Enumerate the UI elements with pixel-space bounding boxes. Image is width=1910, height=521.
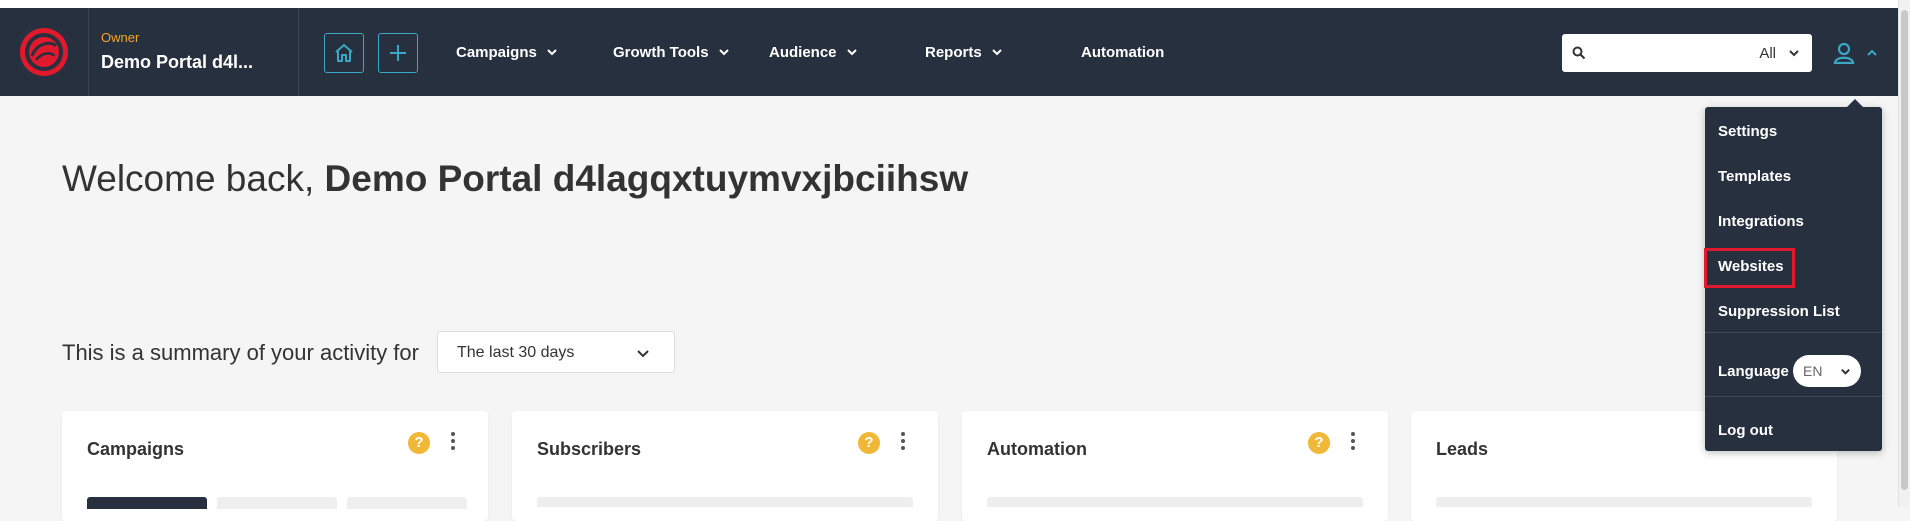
- help-icon[interactable]: ?: [1308, 432, 1330, 454]
- menu-item-suppression-list[interactable]: Suppression List: [1718, 303, 1840, 320]
- card-title: Campaigns: [87, 439, 185, 459]
- chevron-down-icon: [1841, 368, 1850, 375]
- page-scrollbar[interactable]: [1898, 0, 1910, 507]
- welcome-prefix: Welcome back,: [62, 158, 315, 199]
- card-content-placeholder: [987, 497, 1363, 507]
- card-tab[interactable]: [87, 497, 207, 509]
- search-icon: [1572, 46, 1586, 60]
- scrollbar-thumb[interactable]: [1901, 10, 1908, 490]
- date-range-value: The last 30 days: [457, 344, 575, 361]
- kebab-icon[interactable]: [1350, 432, 1356, 452]
- menu-item-integrations[interactable]: Integrations: [1718, 213, 1804, 230]
- card-content-placeholder: [1436, 497, 1812, 507]
- language-label: Language: [1718, 363, 1789, 380]
- nav-reports-label: Reports: [925, 43, 982, 61]
- nav-automation[interactable]: Automation: [1081, 8, 1164, 96]
- top-navigation-bar: Owner Demo Portal d4l... Campaigns Growt…: [0, 8, 1898, 96]
- chevron-down-icon: [718, 49, 729, 56]
- logo-area[interactable]: [0, 8, 89, 96]
- card-title: Automation: [987, 439, 1087, 459]
- menu-item-settings[interactable]: Settings: [1718, 123, 1777, 140]
- account-switcher[interactable]: Owner Demo Portal d4l...: [88, 8, 299, 96]
- browser-top-strip: [0, 0, 1910, 8]
- language-select[interactable]: EN: [1793, 355, 1861, 387]
- campaigns-card: Campaigns ?: [62, 411, 488, 521]
- chevron-down-icon: [637, 350, 649, 358]
- welcome-account-name: Demo Portal d4lagqxtuymvxjbciihsw: [324, 158, 969, 199]
- nav-campaigns-label: Campaigns: [456, 43, 537, 61]
- account-role: Owner: [101, 30, 140, 45]
- nav-growth-tools[interactable]: Growth Tools: [613, 8, 730, 96]
- chevron-down-icon: [1789, 50, 1799, 57]
- home-button[interactable]: [324, 33, 364, 73]
- chevron-up-icon: [1867, 49, 1877, 56]
- card-tab[interactable]: [217, 497, 337, 509]
- nav-automation-label: Automation: [1081, 43, 1165, 61]
- user-menu-button[interactable]: [1832, 42, 1882, 64]
- search-input[interactable]: All: [1562, 34, 1812, 72]
- kebab-icon[interactable]: [450, 432, 456, 452]
- welcome-heading: Welcome back, Demo Portal d4lagqxtuymvxj…: [62, 158, 968, 200]
- card-tabs: [87, 497, 467, 509]
- menu-divider: [1705, 332, 1882, 333]
- search-filter-select[interactable]: All: [1759, 45, 1776, 62]
- create-button[interactable]: [378, 33, 418, 73]
- menu-item-templates[interactable]: Templates: [1718, 168, 1791, 185]
- kebab-icon[interactable]: [900, 432, 906, 452]
- menu-item-websites[interactable]: Websites: [1718, 258, 1784, 275]
- card-title: Subscribers: [537, 439, 642, 459]
- chevron-down-icon: [846, 49, 857, 56]
- nav-reports[interactable]: Reports: [925, 8, 1003, 96]
- date-range-select[interactable]: The last 30 days: [437, 331, 675, 373]
- menu-item-logout[interactable]: Log out: [1718, 422, 1773, 439]
- user-icon: [1833, 42, 1855, 64]
- account-name[interactable]: Demo Portal d4l...: [101, 52, 253, 73]
- chevron-down-icon: [547, 49, 557, 56]
- user-dropdown-menu: Settings Templates Integrations Websites…: [1704, 99, 1882, 451]
- card-title: Leads: [1436, 439, 1489, 459]
- subscribers-card: Subscribers ?: [512, 411, 938, 521]
- automation-card: Automation ?: [962, 411, 1388, 521]
- language-value: EN: [1803, 363, 1823, 379]
- menu-divider: [1705, 396, 1882, 397]
- help-icon[interactable]: ?: [858, 432, 880, 454]
- nav-campaigns[interactable]: Campaigns: [456, 8, 558, 96]
- plus-icon: [390, 45, 406, 61]
- card-tab[interactable]: [347, 497, 467, 509]
- chevron-down-icon: [991, 49, 1002, 56]
- card-content-placeholder: [537, 497, 913, 507]
- nav-growth-tools-label: Growth Tools: [613, 43, 709, 61]
- logo-icon[interactable]: [18, 26, 70, 78]
- dropdown-caret: [1846, 99, 1864, 108]
- summary-text: This is a summary of your activity for: [62, 340, 419, 365]
- nav-audience[interactable]: Audience: [769, 8, 858, 96]
- help-icon[interactable]: ?: [408, 432, 430, 454]
- nav-audience-label: Audience: [769, 43, 837, 61]
- home-icon: [335, 44, 353, 62]
